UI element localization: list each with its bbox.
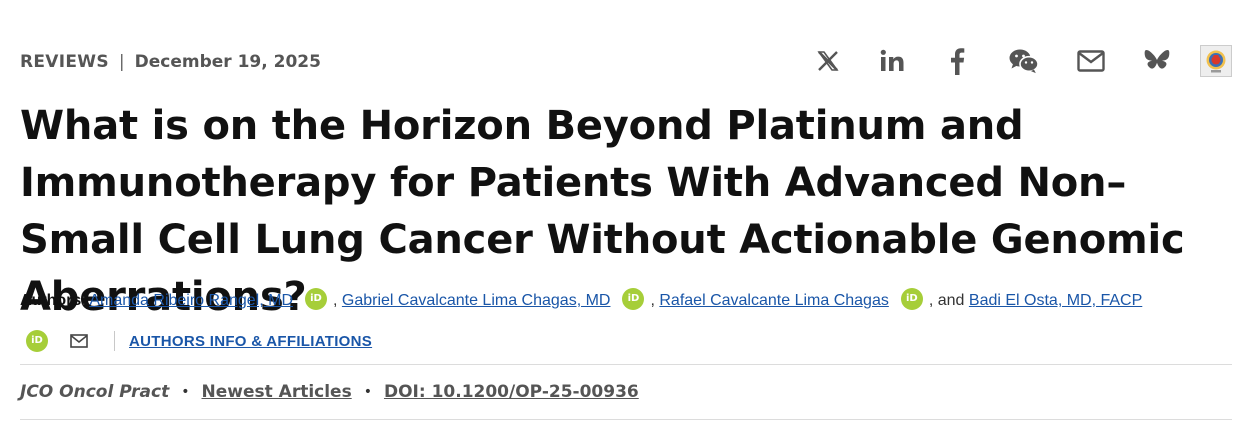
citation-row: JCO Oncol Pract • Newest Articles • DOI:… [20, 380, 639, 404]
authors-actions: iD AUTHORS INFO & AFFILIATIONS [26, 328, 372, 354]
orcid-icon[interactable]: iD [26, 330, 48, 352]
bullet-separator: • [181, 384, 190, 400]
newest-articles-link[interactable]: Newest Articles [202, 382, 352, 402]
divider [20, 364, 1232, 365]
orcid-icon[interactable]: iD [305, 288, 327, 310]
author-and: , and [928, 292, 965, 309]
author-link[interactable]: Rafael Cavalcante Lima Chagas [659, 292, 888, 309]
divider [20, 419, 1232, 420]
author-link[interactable]: Gabriel Cavalcante Lima Chagas, MD [342, 292, 611, 309]
facebook-icon[interactable] [939, 44, 975, 78]
author-link[interactable]: Badi El Osta, MD, FACP [969, 292, 1142, 309]
linkedin-icon[interactable] [875, 44, 911, 78]
article-meta: REVIEWS | December 19, 2025 [20, 50, 321, 74]
doi-link[interactable]: DOI: 10.1200/OP-25-00936 [384, 382, 639, 402]
authors-info-affiliations-link[interactable]: AUTHORS INFO & AFFILIATIONS [129, 333, 372, 350]
journal-name: JCO Oncol Pract [20, 382, 170, 402]
bluesky-icon[interactable] [1139, 44, 1175, 78]
email-icon[interactable] [70, 334, 88, 348]
wechat-icon[interactable] [1006, 44, 1042, 78]
mendeley-icon[interactable] [1198, 44, 1234, 78]
email-icon[interactable] [1073, 44, 1109, 78]
meta-separator: | [118, 52, 125, 72]
bullet-separator: • [363, 384, 372, 400]
divider [114, 331, 115, 351]
publication-date: December 19, 2025 [134, 52, 321, 72]
x-icon[interactable] [810, 44, 846, 78]
author-link[interactable]: Amanda Ribeiro Rangel, MD [89, 292, 293, 309]
authors-line: Authors: Amanda Ribeiro Rangel, MD iD, Ga… [20, 288, 1235, 310]
article-type: REVIEWS [20, 52, 109, 72]
authors-label: Authors [20, 292, 82, 309]
orcid-icon[interactable]: iD [622, 288, 645, 310]
orcid-icon[interactable]: iD [900, 288, 923, 310]
author-separator: , [333, 292, 338, 309]
author-separator: , [650, 292, 655, 309]
